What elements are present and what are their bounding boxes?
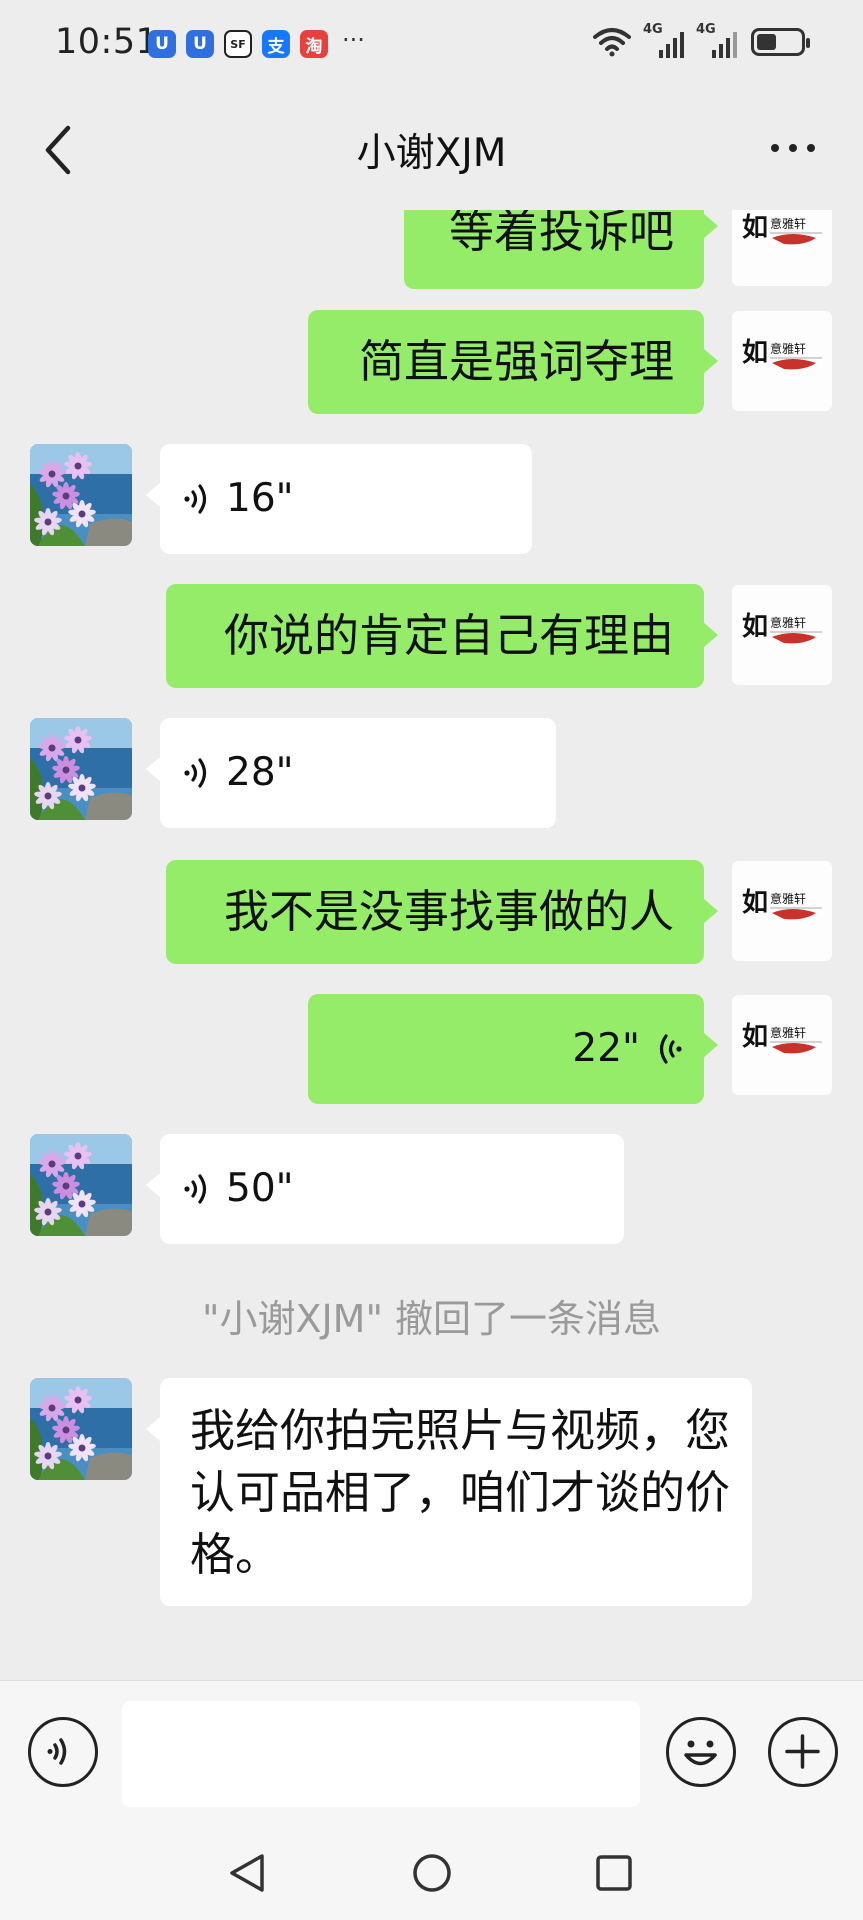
voice-message-incoming[interactable]: 28" — [146, 718, 556, 828]
svg-text:意雅轩: 意雅轩 — [770, 1025, 806, 1040]
voice-message-incoming[interactable]: 16" — [146, 444, 532, 554]
status-time: 10:51 — [55, 22, 159, 62]
battery-icon — [751, 28, 810, 56]
brand-logo-icon: 如意雅轩 — [732, 995, 832, 1095]
message-bubble-outgoing[interactable]: 你说的肯定自己有理由 — [166, 584, 718, 688]
svg-text:如: 如 — [742, 338, 768, 368]
system-back-button[interactable] — [218, 1848, 278, 1898]
voice-duration: 22" — [572, 1026, 640, 1071]
brand-logo-icon: 如意雅轩 — [732, 311, 832, 411]
more-notifications-icon: ··· — [342, 26, 365, 54]
message-text: 你说的肯定自己有理由 — [223, 609, 674, 662]
app-shield-icon: U — [148, 30, 176, 58]
system-status: 4G 4G — [593, 22, 810, 58]
flower-avatar-icon — [30, 718, 132, 820]
chat-header: 小谢XJM — [0, 90, 863, 210]
sf-express-icon: SF — [224, 30, 252, 58]
brand-logo-icon: 如意雅轩 — [732, 585, 832, 685]
system-home-button[interactable] — [402, 1848, 462, 1898]
my-avatar[interactable]: 如意雅轩 — [731, 584, 833, 686]
plus-button[interactable] — [768, 1717, 838, 1787]
network-type-label: 4G — [643, 22, 663, 37]
more-options-button[interactable] — [765, 132, 821, 164]
my-avatar[interactable]: 如意雅轩 — [731, 310, 833, 412]
alipay-icon: 支 — [262, 30, 290, 58]
voice-message-outgoing[interactable]: 22" — [308, 994, 718, 1104]
contact-avatar[interactable] — [30, 444, 132, 546]
triangle-back-icon — [230, 1854, 264, 1892]
notification-icons: U U SF 支 淘 ··· — [148, 26, 365, 58]
voice-duration: 50" — [226, 1166, 294, 1211]
svg-text:意雅轩: 意雅轩 — [770, 891, 806, 906]
app-shield-icon: U — [186, 30, 214, 58]
system-recents-button[interactable] — [584, 1848, 644, 1898]
voice-duration: 16" — [226, 476, 294, 521]
my-avatar[interactable]: 如意雅轩 — [731, 860, 833, 962]
emoji-icon — [684, 1740, 717, 1766]
message-bubble-outgoing[interactable]: 简直是强词夺理 — [308, 310, 718, 414]
signal-icon: 4G — [643, 22, 684, 58]
svg-text:意雅轩: 意雅轩 — [770, 615, 806, 630]
voice-mode-button[interactable] — [28, 1717, 98, 1787]
svg-text:如: 如 — [742, 888, 768, 918]
square-recents-icon — [596, 1855, 632, 1891]
my-avatar[interactable]: 如意雅轩 — [731, 210, 833, 287]
more-dots-icon — [771, 144, 779, 152]
message-input[interactable] — [122, 1701, 640, 1807]
voice-wave-icon — [184, 758, 207, 788]
message-bubble-outgoing[interactable]: 等着投诉吧 — [404, 210, 718, 289]
input-bar — [0, 1680, 863, 1830]
flower-avatar-icon — [30, 1134, 132, 1236]
message-text: 简直是强词夺理 — [358, 335, 674, 388]
svg-text:如: 如 — [742, 612, 768, 642]
voice-wave-icon — [184, 1174, 207, 1204]
brand-logo-icon: 如意雅轩 — [732, 210, 832, 286]
circle-home-icon — [413, 1854, 451, 1892]
chat-title: 小谢XJM — [356, 131, 507, 176]
status-bar: 10:51 U U SF 支 淘 ··· 4G 4G — [0, 0, 863, 90]
voice-mode-icon — [47, 1738, 67, 1765]
brand-logo-icon: 如意雅轩 — [732, 861, 832, 961]
voice-duration: 28" — [226, 750, 294, 795]
contact-avatar[interactable] — [30, 718, 132, 820]
message-text: 我给你拍完照片与视频，您认可品相了，咱们才谈的价格。 — [190, 1404, 731, 1581]
message-text: 等着投诉吧 — [448, 210, 674, 258]
my-avatar[interactable]: 如意雅轩 — [731, 994, 833, 1096]
contact-avatar[interactable] — [30, 1378, 132, 1480]
svg-text:如: 如 — [742, 1022, 768, 1052]
system-navigation-bar — [0, 1830, 863, 1920]
flower-avatar-icon — [30, 444, 132, 546]
emoji-button[interactable] — [666, 1717, 736, 1787]
voice-message-incoming[interactable]: 50" — [146, 1134, 624, 1244]
svg-text:意雅轩: 意雅轩 — [770, 341, 806, 356]
contact-avatar[interactable] — [30, 1134, 132, 1236]
voice-wave-icon — [659, 1034, 682, 1064]
plus-icon — [785, 1734, 820, 1769]
svg-text:意雅轩: 意雅轩 — [770, 216, 806, 231]
message-bubble-outgoing[interactable]: 我不是没事找事做的人 — [166, 860, 718, 964]
recall-notice: "小谢XJM" 撤回了一条消息 — [201, 1297, 662, 1341]
battery-level — [757, 34, 776, 50]
signal-icon: 4G — [696, 22, 737, 58]
svg-text:如: 如 — [742, 213, 768, 243]
voice-wave-icon — [184, 484, 207, 514]
wifi-icon — [593, 28, 631, 57]
message-list[interactable]: 等着投诉吧 如意雅轩 简直是强词夺理 如意雅轩 16" 你说的肯定自己有理由 如… — [0, 210, 863, 1680]
flower-avatar-icon — [30, 1378, 132, 1480]
message-text: 我不是没事找事做的人 — [223, 885, 674, 938]
message-bubble-incoming[interactable]: 我给你拍完照片与视频，您认可品相了，咱们才谈的价格。 — [146, 1378, 752, 1606]
network-type-label: 4G — [696, 22, 716, 37]
taobao-icon: 淘 — [300, 30, 328, 58]
